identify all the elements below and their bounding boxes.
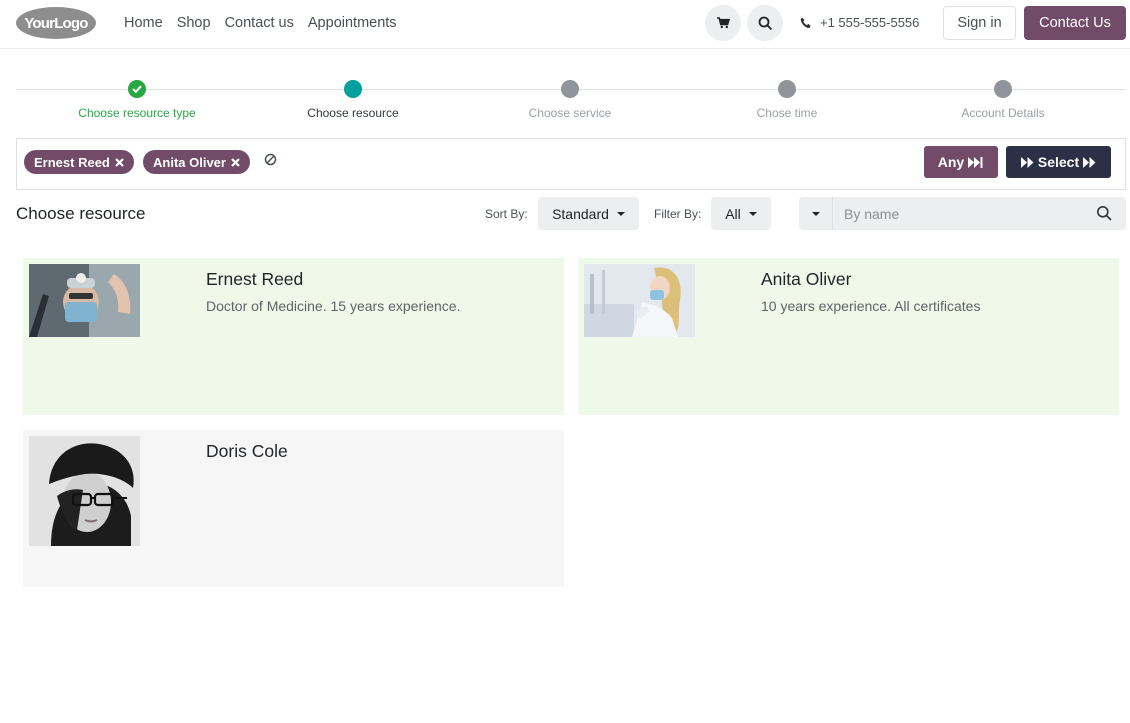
selection-bar: Ernest Reed Anita Oliver Any Select	[16, 138, 1126, 190]
svg-text:YourLogo: YourLogo	[24, 15, 88, 32]
fast-forward-icon	[1083, 156, 1096, 168]
nav-appointments[interactable]: Appointments	[308, 15, 397, 31]
search-icon	[758, 16, 772, 30]
sort-value: Standard	[552, 205, 609, 222]
check-icon	[132, 85, 142, 93]
fast-forward-icon	[1020, 156, 1034, 168]
step-choose-resource: Choose resource	[253, 80, 453, 120]
step-dot	[128, 80, 146, 98]
remove-icon[interactable]	[115, 157, 124, 167]
select-button[interactable]: Select	[1006, 146, 1111, 178]
resource-card-anita-oliver[interactable]: Anita Oliver 10 years experience. All ce…	[578, 258, 1119, 415]
step-choose-resource-type[interactable]: Choose resource type	[37, 80, 237, 120]
nav-shop[interactable]: Shop	[177, 15, 211, 31]
resource-name: Ernest Reed	[206, 269, 304, 289]
caret-down-icon	[811, 211, 820, 216]
resource-name: Anita Oliver	[761, 269, 852, 289]
resource-description: 10 years experience. All certificates	[761, 298, 981, 314]
cart-icon	[716, 17, 730, 29]
phone-link[interactable]: +1 555-555-5556	[800, 15, 919, 30]
main-nav: Home Shop Contact us Appointments	[124, 15, 397, 31]
resource-photo	[584, 264, 695, 337]
nav-contact-us[interactable]: Contact us	[225, 15, 294, 31]
search-field-dropdown[interactable]	[799, 197, 833, 230]
tag-label: Ernest Reed	[34, 154, 110, 170]
clear-all-icon[interactable]	[264, 153, 277, 166]
sort-by-label: Sort By:	[485, 207, 528, 221]
resource-photo	[29, 264, 140, 337]
search-icon[interactable]	[1096, 205, 1112, 221]
filter-dropdown[interactable]: All	[711, 197, 771, 230]
step-choose-service: Choose service	[470, 80, 670, 120]
search-toggle-button[interactable]	[747, 5, 783, 41]
search-box	[799, 197, 1126, 230]
caret-down-icon	[748, 211, 757, 216]
step-dot	[994, 80, 1012, 98]
step-label: Account Details	[961, 106, 1045, 120]
resource-photo	[29, 436, 140, 546]
logo[interactable]: YourLogo	[15, 6, 97, 40]
tag-label: Anita Oliver	[153, 154, 226, 170]
step-dot	[561, 80, 579, 98]
step-dot	[344, 80, 362, 98]
search-input[interactable]	[834, 197, 1084, 230]
section-title: Choose resource	[16, 204, 146, 223]
resource-description: Doctor of Medicine. 15 years experience.	[206, 298, 461, 314]
step-label: Choose resource	[307, 106, 399, 120]
phone-number: +1 555-555-5556	[820, 15, 920, 30]
selected-tag-ernest-reed: Ernest Reed	[24, 150, 134, 174]
phone-icon	[800, 17, 811, 28]
sign-in-button[interactable]: Sign in	[943, 6, 1016, 40]
step-account-details: Account Details	[903, 80, 1103, 120]
filter-by-label: Filter By:	[654, 207, 702, 221]
resource-card-doris-cole[interactable]: Doris Cole	[23, 430, 564, 587]
fast-forward-end-icon	[968, 156, 983, 168]
step-label: Chose time	[756, 106, 818, 120]
cart-button[interactable]	[705, 5, 741, 41]
any-button[interactable]: Any	[924, 146, 998, 178]
resource-name: Doris Cole	[206, 441, 288, 461]
remove-icon[interactable]	[231, 157, 240, 167]
any-label: Any	[937, 154, 965, 170]
nav-home[interactable]: Home	[124, 15, 163, 31]
filter-value: All	[725, 205, 741, 222]
resource-card-ernest-reed[interactable]: Ernest Reed Doctor of Medicine. 15 years…	[23, 258, 564, 415]
contact-us-button[interactable]: Contact Us	[1024, 6, 1126, 40]
step-label: Choose service	[528, 106, 612, 120]
select-label: Select	[1037, 154, 1080, 170]
step-label: Choose resource type	[78, 106, 196, 120]
selected-tag-anita-oliver: Anita Oliver	[143, 150, 250, 174]
step-dot	[778, 80, 796, 98]
step-chose-time: Chose time	[687, 80, 887, 120]
sort-dropdown[interactable]: Standard	[538, 197, 639, 230]
site-header: YourLogo Home Shop Contact us Appointmen…	[0, 0, 1130, 49]
caret-down-icon	[616, 211, 625, 216]
